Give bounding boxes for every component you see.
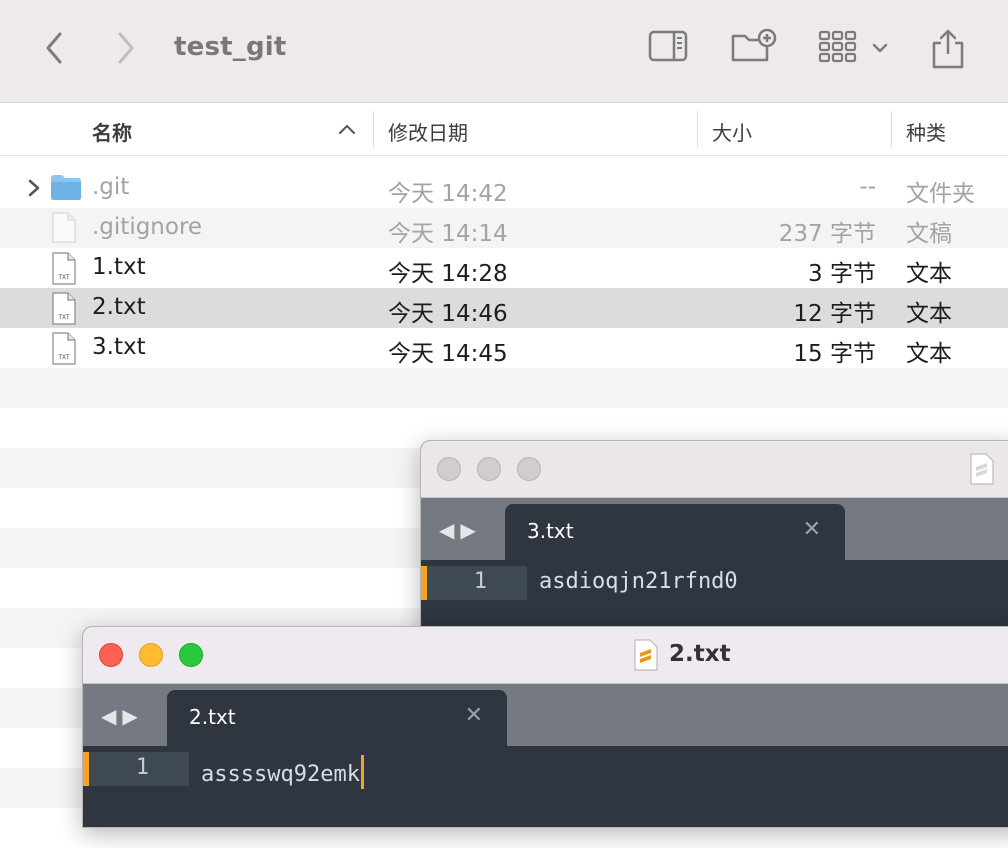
- back-button[interactable]: [42, 30, 66, 66]
- editor-window-title: 2.txt: [669, 641, 731, 667]
- line-number: 1: [135, 755, 149, 780]
- editor-titlebar: [421, 441, 1008, 498]
- tab-nav-arrows[interactable]: ◀▶: [101, 704, 144, 728]
- close-icon[interactable]: ✕: [465, 703, 483, 728]
- sidebar-right-icon: [648, 30, 688, 62]
- file-list: .git 今天 14:42 -- 文件夹 .gitignore 今天 14:14…: [0, 168, 1008, 368]
- file-date: 今天 14:42: [388, 181, 508, 207]
- minimize-window-button[interactable]: [139, 643, 163, 667]
- file-name: .git: [92, 174, 130, 200]
- tab-2txt[interactable]: 2.txt ✕: [167, 690, 507, 746]
- close-window-button[interactable]: [99, 643, 123, 667]
- file-row[interactable]: TXT 1.txt 今天 14:28 3 字节 文本: [0, 248, 1008, 288]
- share-button[interactable]: [930, 28, 966, 74]
- code-line[interactable]: asdioqjn21rfnd0: [539, 569, 738, 594]
- column-name-header[interactable]: 名称: [92, 117, 132, 146]
- code-line[interactable]: asssswq92emk: [201, 755, 364, 789]
- file-kind: 文件夹: [906, 181, 975, 207]
- svg-text:TXT: TXT: [58, 355, 70, 361]
- file-row-selected[interactable]: TXT 2.txt 今天 14:46 12 字节 文本: [0, 288, 1008, 328]
- chevron-right-icon: [118, 32, 134, 64]
- window-title: test_git: [174, 32, 287, 62]
- close-icon[interactable]: ✕: [803, 517, 821, 542]
- file-row[interactable]: .gitignore 今天 14:14 237 字节 文稿: [0, 208, 1008, 248]
- txt-file-icon: TXT: [52, 332, 76, 365]
- disclosure-triangle-icon[interactable]: [26, 178, 42, 198]
- file-kind: 文本: [906, 301, 952, 327]
- line-gutter: 1: [427, 566, 527, 600]
- share-icon: [932, 29, 964, 69]
- chevron-left-icon: [46, 32, 62, 64]
- column-divider[interactable]: [697, 111, 698, 147]
- editor-tabbar: ◀▶ 2.txt ✕: [83, 684, 1008, 746]
- file-row[interactable]: .git 今天 14:42 -- 文件夹: [0, 168, 1008, 208]
- preview-pane-button[interactable]: [648, 28, 688, 68]
- svg-text:TXT: TXT: [58, 275, 70, 281]
- file-name: .gitignore: [92, 214, 203, 240]
- forward-button[interactable]: [114, 30, 138, 66]
- file-name: 2.txt: [92, 294, 146, 320]
- file-size: --: [859, 174, 876, 200]
- line-gutter: 1: [89, 752, 189, 786]
- sublime-file-icon: [970, 453, 994, 485]
- column-date-header[interactable]: 修改日期: [388, 117, 468, 146]
- zoom-window-button[interactable]: [517, 457, 541, 481]
- txt-file-icon: TXT: [52, 252, 76, 285]
- column-divider[interactable]: [373, 111, 374, 147]
- file-size: 15 字节: [793, 341, 876, 367]
- sublime-file-icon: [634, 639, 658, 671]
- column-kind-header[interactable]: 种类: [906, 117, 946, 146]
- column-header: 名称 修改日期 大小 种类: [0, 103, 1008, 156]
- file-kind: 文稿: [906, 221, 952, 247]
- editor-window-2txt: 2.txt ◀▶ 2.txt ✕ 1 asssswq92emk: [82, 626, 1008, 828]
- file-size: 237 字节: [778, 221, 876, 247]
- finder-toolbar: test_git: [0, 0, 1008, 103]
- editor-titlebar: 2.txt: [83, 627, 1008, 684]
- column-divider[interactable]: [891, 111, 892, 147]
- column-size-header[interactable]: 大小: [712, 117, 752, 146]
- tab-3txt[interactable]: 3.txt ✕: [505, 504, 845, 560]
- file-kind: 文本: [906, 341, 952, 367]
- folder-icon: [51, 175, 81, 200]
- view-options-button[interactable]: [818, 28, 890, 72]
- tab-label: 2.txt: [189, 705, 236, 729]
- file-row[interactable]: TXT 3.txt 今天 14:45 15 字节 文本: [0, 328, 1008, 368]
- zoom-window-button[interactable]: [179, 643, 203, 667]
- editor-window-3txt: ◀▶ 3.txt ✕ 1 asdioqjn21rfnd0: [420, 440, 1008, 642]
- file-size: 12 字节: [793, 301, 876, 327]
- svg-text:TXT: TXT: [58, 315, 70, 321]
- grid-view-icon: [818, 30, 888, 63]
- tab-nav-arrows[interactable]: ◀▶: [439, 518, 482, 542]
- file-date: 今天 14:45: [388, 341, 508, 367]
- close-window-button[interactable]: [437, 457, 461, 481]
- file-date: 今天 14:46: [388, 301, 508, 327]
- tab-label: 3.txt: [527, 519, 574, 543]
- new-folder-button[interactable]: [730, 28, 778, 68]
- txt-file-icon: TXT: [52, 292, 76, 325]
- sort-ascending-icon[interactable]: [338, 123, 356, 135]
- file-kind: 文本: [906, 261, 952, 287]
- document-icon: [52, 212, 76, 243]
- text-caret: [360, 755, 364, 789]
- file-size: 3 字节: [808, 261, 876, 287]
- folder-plus-icon: [731, 28, 777, 62]
- editor-tabbar: ◀▶ 3.txt ✕: [421, 498, 1008, 560]
- line-number: 1: [473, 569, 487, 594]
- file-date: 今天 14:14: [388, 221, 508, 247]
- file-name: 1.txt: [92, 254, 146, 280]
- code-text: asssswq92emk: [201, 762, 360, 787]
- file-date: 今天 14:28: [388, 261, 508, 287]
- minimize-window-button[interactable]: [477, 457, 501, 481]
- file-name: 3.txt: [92, 334, 146, 360]
- editor-area[interactable]: 1 asssswq92emk: [83, 746, 1008, 827]
